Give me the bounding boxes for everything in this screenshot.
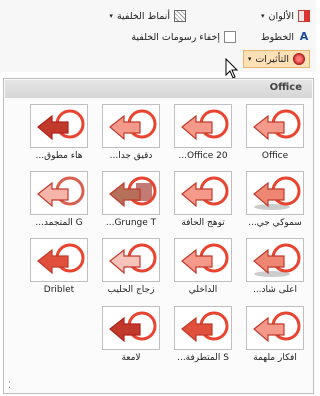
fonts-icon: A (299, 30, 309, 43)
background-styles-icon (174, 10, 186, 22)
dropdown-arrow-icon: ▾ (247, 55, 252, 63)
effects-button[interactable]: التأثيرات ▾ (242, 50, 310, 68)
section-title: Office (269, 82, 302, 93)
fonts-button[interactable]: A الخطوط (261, 31, 310, 43)
effect-preview-icon (37, 109, 85, 141)
effect-label: هاء مطوق... (35, 151, 83, 161)
effect-thumbnail[interactable] (30, 104, 88, 148)
dropdown-arrow-icon: ▾ (261, 12, 265, 20)
effect-thumbnail[interactable] (30, 238, 88, 282)
effect-preview-icon (181, 176, 229, 208)
effect-label: أعلى شاد... (252, 285, 298, 295)
gallery-section-header: Office (5, 80, 312, 98)
effect-thumbnail[interactable] (174, 104, 232, 148)
effect-preview-icon (253, 109, 301, 141)
effect-label: G المتجمد... (35, 218, 83, 228)
hide-background-checkbox[interactable] (224, 31, 236, 43)
effect-label: لامعة (121, 353, 141, 363)
effect-label: زجاج الحليب (107, 285, 155, 295)
effects-label: التأثيرات (255, 53, 289, 65)
effect-thumbnail[interactable] (246, 104, 304, 148)
effect-thumbnail[interactable] (174, 238, 232, 282)
effect-thumbnail[interactable] (246, 238, 304, 282)
effect-preview-icon (181, 109, 229, 141)
colors-button[interactable]: الألوان ▾ (261, 10, 310, 22)
effect-thumbnail[interactable] (174, 306, 232, 350)
effect-preview-icon (253, 243, 301, 277)
effect-label: Office 20... (178, 151, 228, 161)
effects-icon (293, 53, 305, 65)
hide-background-checkbox-row[interactable]: إخفاء رسومات الخلفية (131, 31, 236, 43)
ribbon-design-group: الألوان ▾ أنماط الخلفية ▾ A الخطوط إخفاء… (0, 0, 316, 79)
effect-preview-icon (109, 109, 157, 141)
effect-label: توهج الحافة (181, 218, 225, 228)
effect-thumbnail[interactable] (102, 238, 160, 282)
effect-preview-icon (253, 176, 301, 210)
effect-label: الداخلي (188, 285, 218, 295)
fonts-label: الخطوط (260, 31, 294, 43)
effect-preview-icon (109, 176, 157, 208)
effect-preview-icon (181, 243, 229, 275)
mouse-cursor-icon (225, 58, 239, 79)
effect-label: Driblet (43, 285, 75, 295)
dropdown-arrow-icon: ▾ (109, 12, 113, 20)
colors-icon (298, 10, 310, 22)
effect-label: دقيق جدا... (109, 151, 153, 161)
effect-label: Office (261, 151, 289, 161)
effect-thumbnail[interactable] (246, 306, 304, 350)
effect-thumbnail[interactable] (102, 306, 160, 350)
effect-preview-icon (109, 311, 157, 343)
effect-label: Grunge T... (105, 218, 157, 228)
effect-preview-icon (37, 243, 85, 275)
effect-preview-icon (109, 243, 157, 275)
effect-label: سموكي جي... (248, 218, 302, 228)
effect-label: S المتطرفة... (177, 353, 229, 363)
effect-preview-icon (37, 176, 85, 208)
effect-thumbnail[interactable] (174, 171, 232, 215)
effects-gallery-panel: Office Office Office 20... دقيق جدا... ه… (3, 78, 314, 394)
effect-preview-icon (181, 311, 229, 343)
colors-label: الألوان (268, 10, 294, 22)
effect-thumbnail[interactable] (30, 171, 88, 215)
effect-label: أفكار ملهمة (253, 353, 297, 363)
effect-thumbnail[interactable] (102, 104, 160, 148)
effect-thumbnail[interactable] (102, 171, 160, 215)
effect-preview-icon (253, 311, 301, 343)
background-styles-button[interactable]: أنماط الخلفية ▾ (109, 10, 186, 22)
hide-background-label: إخفاء رسومات الخلفية (131, 31, 220, 43)
background-styles-label: أنماط الخلفية (116, 10, 170, 22)
effect-thumbnail[interactable] (246, 171, 304, 215)
resize-grip-icon[interactable]: ⁚ (8, 381, 11, 391)
